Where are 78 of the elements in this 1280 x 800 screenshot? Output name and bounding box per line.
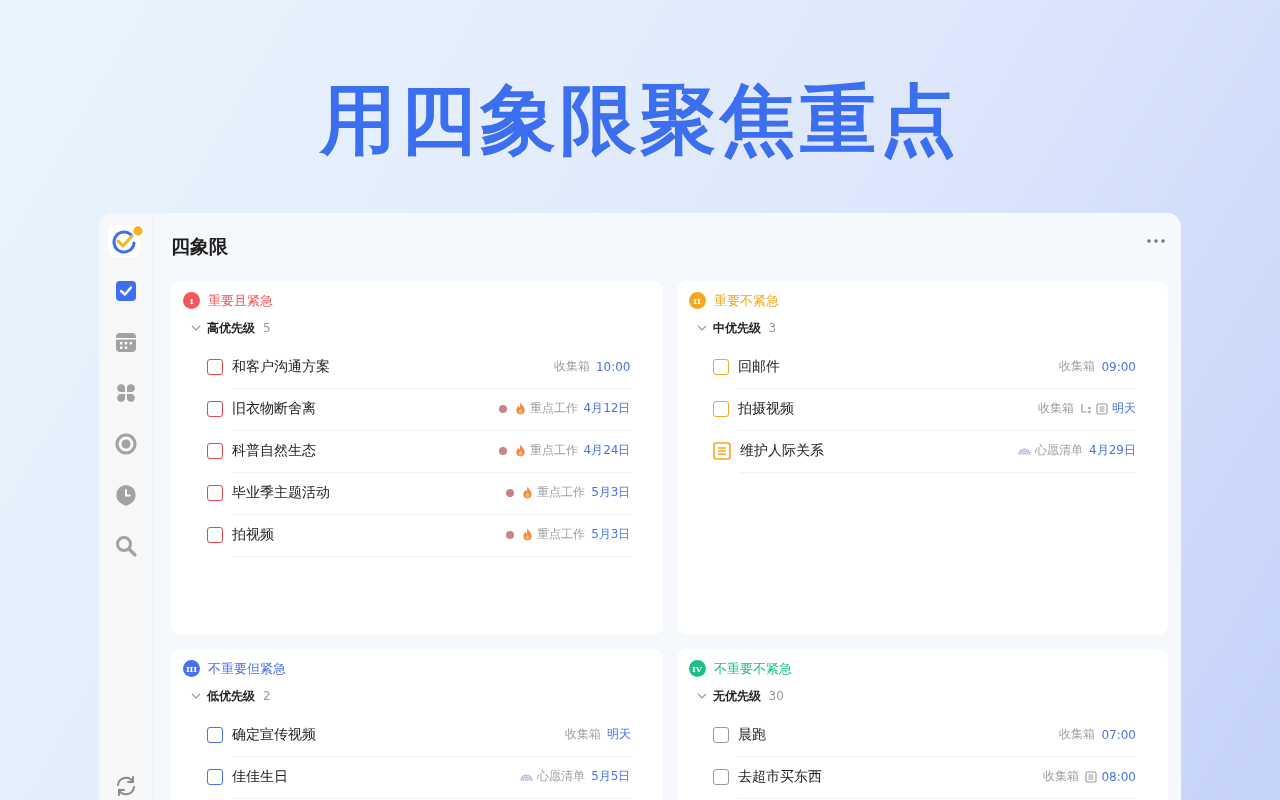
priority-group-label[interactable]: 中优先级 bbox=[712, 319, 761, 337]
chevron-icon[interactable] bbox=[696, 325, 707, 331]
due-date: 5月3日 bbox=[591, 526, 631, 543]
list-name: 收集箱 bbox=[1038, 400, 1074, 417]
chevron-icon[interactable] bbox=[696, 693, 707, 699]
due-date: 4月24日 bbox=[583, 442, 631, 459]
quadrant-number-badge: II bbox=[688, 292, 706, 309]
task-title: 确定宣传视频 bbox=[232, 725, 316, 744]
task-title: 科普自然生态 bbox=[232, 441, 316, 460]
quadrant-number-badge: III bbox=[183, 660, 200, 677]
task-title: 晨跑 bbox=[737, 725, 766, 744]
task-checkbox[interactable] bbox=[712, 401, 729, 417]
fire-icon bbox=[514, 402, 526, 415]
task-checkbox[interactable] bbox=[712, 727, 729, 743]
list-name: 收集箱 bbox=[553, 358, 590, 375]
quadrant-title: 不重要不紧急 bbox=[713, 659, 792, 678]
page-title: 四象限 bbox=[171, 234, 228, 259]
task-count: 30 bbox=[768, 689, 784, 703]
quadrant-title: 重要且紧急 bbox=[208, 291, 273, 310]
chevron-icon[interactable] bbox=[191, 325, 201, 331]
task-title: 回邮件 bbox=[737, 357, 780, 376]
list-name: 收集箱 bbox=[1043, 768, 1080, 785]
list-name: 心愿清单 bbox=[537, 768, 586, 785]
task-count: 2 bbox=[263, 689, 271, 703]
due-date: 5月3日 bbox=[591, 484, 631, 501]
task-checkbox[interactable] bbox=[712, 359, 729, 375]
fire-icon bbox=[514, 444, 526, 457]
headline: 用四象限聚焦重点 bbox=[320, 74, 960, 166]
task-checkbox[interactable] bbox=[207, 527, 223, 543]
due-date: 明天 bbox=[606, 726, 631, 743]
task-title: 毕业季主题活动 bbox=[232, 483, 330, 502]
due-date: 明天 bbox=[1112, 400, 1136, 417]
rainbow-icon bbox=[1018, 445, 1032, 456]
priority-group-label[interactable]: 高优先级 bbox=[207, 319, 255, 337]
rainbow-icon bbox=[520, 771, 534, 782]
due-date: 10:00 bbox=[595, 359, 631, 374]
fire-icon bbox=[522, 486, 534, 499]
task-checkbox[interactable] bbox=[207, 485, 223, 501]
due-date: 5月5日 bbox=[591, 768, 631, 785]
due-date: 08:00 bbox=[1101, 769, 1136, 784]
task-title: 维护人际关系 bbox=[739, 441, 824, 460]
list-name: 重点工作 bbox=[529, 442, 578, 459]
priority-group-label[interactable]: 低优先级 bbox=[207, 687, 255, 705]
task-title: 和客户沟通方案 bbox=[232, 357, 330, 376]
list-name: 重点工作 bbox=[537, 526, 586, 543]
task-title: 旧衣物断舍离 bbox=[232, 399, 316, 418]
task-checkbox[interactable] bbox=[712, 769, 729, 785]
task-checkbox[interactable] bbox=[207, 359, 223, 375]
quadrant-number-badge: I bbox=[183, 292, 200, 309]
fire-icon bbox=[522, 528, 534, 541]
quadrant-title: 不重要但紧急 bbox=[208, 659, 286, 678]
task-checkbox[interactable] bbox=[207, 443, 223, 459]
task-count: 5 bbox=[263, 321, 271, 335]
due-date: 07:00 bbox=[1101, 727, 1136, 742]
list-name: 重点工作 bbox=[529, 400, 578, 417]
chevron-icon[interactable] bbox=[191, 693, 201, 699]
list-name: 重点工作 bbox=[537, 484, 586, 501]
list-name: 收集箱 bbox=[1059, 726, 1096, 743]
list-name: 收集箱 bbox=[1059, 358, 1096, 375]
note-list-icon[interactable] bbox=[712, 442, 731, 460]
task-title: 拍视频 bbox=[232, 525, 274, 544]
due-date: 4月29日 bbox=[1089, 442, 1136, 459]
task-title: 佳佳生日 bbox=[232, 767, 288, 786]
more-icon[interactable] bbox=[1146, 238, 1166, 244]
sync-icon[interactable] bbox=[114, 774, 138, 798]
quadrant-number-badge: IV bbox=[688, 660, 706, 677]
task-checkbox[interactable] bbox=[207, 769, 223, 785]
task-title: 去超市买东西 bbox=[737, 767, 822, 786]
due-date: 09:00 bbox=[1101, 359, 1136, 374]
task-title: 拍摄视频 bbox=[737, 399, 794, 418]
list-name: 收集箱 bbox=[564, 726, 601, 743]
task-checkbox[interactable] bbox=[207, 401, 223, 417]
task-checkbox[interactable] bbox=[207, 727, 223, 743]
quadrant-title: 重要不紧急 bbox=[713, 291, 779, 310]
due-date: 4月12日 bbox=[583, 400, 631, 417]
priority-group-label[interactable]: 无优先级 bbox=[712, 687, 761, 705]
task-count: 3 bbox=[768, 321, 777, 335]
list-name: 心愿清单 bbox=[1035, 442, 1084, 459]
